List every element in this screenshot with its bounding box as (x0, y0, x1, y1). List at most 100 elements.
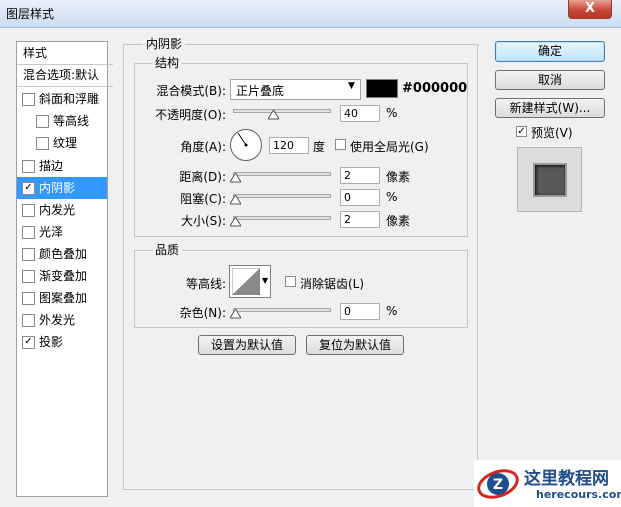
contour-picker[interactable]: ▼ (229, 265, 271, 298)
noise-slider[interactable] (233, 308, 331, 312)
angle-unit: 度 (313, 140, 326, 154)
choke-input[interactable]: 0 (340, 189, 380, 206)
contour-dropdown-icon: ▼ (262, 276, 269, 285)
drop-shadow-checkbox[interactable]: ✓ (22, 336, 35, 349)
noise-slider-thumb[interactable] (230, 309, 241, 319)
color-swatch[interactable] (366, 79, 398, 98)
anti-alias-label: 消除锯齿(L) (300, 277, 365, 291)
preview-checkbox[interactable]: ✓ (516, 126, 527, 137)
noise-value: 0 (344, 305, 351, 318)
size-input[interactable]: 2 (340, 211, 380, 228)
sidebar-item-inner-glow[interactable]: 内发光 (17, 199, 107, 221)
choke-slider-thumb[interactable] (230, 195, 241, 205)
sidebar-item-label: 光泽 (39, 225, 64, 239)
style-list: 样式 混合选项:默认 斜面和浮雕 等高线 纹理 描边 ✓ 内阴影 内发光 光泽 … (16, 41, 113, 497)
chevron-down-icon: ▼ (348, 81, 355, 91)
sidebar-item-texture[interactable]: 纹理 (17, 132, 107, 154)
sidebar-item-color-overlay[interactable]: 颜色叠加 (17, 243, 107, 265)
distance-label: 距离(D): (179, 170, 226, 184)
blend-mode-label: 混合模式(B): (156, 84, 226, 98)
noise-input[interactable]: 0 (340, 303, 380, 320)
gradient-overlay-checkbox[interactable] (22, 270, 35, 283)
sidebar-item-label: 图案叠加 (39, 291, 88, 305)
sidebar-item-label: 纹理 (53, 136, 78, 150)
sidebar-item-stroke[interactable]: 描边 (17, 155, 107, 177)
window-title: 图层样式 (6, 7, 55, 21)
outer-glow-checkbox[interactable] (22, 314, 35, 327)
global-light-label: 使用全局光(G) (350, 140, 429, 154)
sidebar-item-inner-shadow[interactable]: ✓ 内阴影 (17, 177, 107, 199)
style-list-header[interactable]: 样式 (17, 42, 113, 65)
sidebar-item-drop-shadow[interactable]: ✓ 投影 (17, 331, 107, 353)
stroke-checkbox[interactable] (22, 160, 35, 173)
sidebar-item-label: 渐变叠加 (39, 269, 88, 283)
size-slider-thumb[interactable] (230, 217, 241, 227)
blend-mode-value: 正片叠底 (236, 84, 285, 98)
new-style-label: 新建样式(W)... (509, 101, 591, 115)
reset-default-button[interactable]: 复位为默认值 (306, 335, 404, 355)
opacity-value: 40 (344, 107, 358, 120)
sidebar-item-outer-glow[interactable]: 外发光 (17, 309, 107, 331)
opacity-slider[interactable] (233, 109, 331, 113)
cancel-button[interactable]: 取消 (495, 70, 605, 90)
distance-input[interactable]: 2 (340, 167, 380, 184)
sidebar-item-label: 内阴影 (39, 181, 76, 195)
watermark: Z 这里教程网 herecours.com (474, 460, 621, 507)
blend-mode-select[interactable]: 正片叠底 ▼ (230, 79, 361, 100)
opacity-input[interactable]: 40 (340, 105, 380, 122)
color-overlay-checkbox[interactable] (22, 248, 35, 261)
texture-checkbox[interactable] (36, 137, 49, 150)
contour-checkbox[interactable] (36, 115, 49, 128)
sidebar-item-contour[interactable]: 等高线 (17, 110, 107, 132)
inner-glow-checkbox[interactable] (22, 204, 35, 217)
anti-alias-checkbox[interactable] (285, 276, 296, 287)
distance-slider[interactable] (233, 172, 331, 176)
sidebar-item-label: 等高线 (53, 114, 90, 128)
satin-checkbox[interactable] (22, 226, 35, 239)
inner-shadow-title: 内阴影 (143, 37, 186, 51)
sidebar-item-label: 外发光 (39, 313, 76, 327)
sidebar-item-pattern-overlay[interactable]: 图案叠加 (17, 287, 107, 309)
watermark-url: herecours.com (536, 488, 621, 501)
distance-slider-thumb[interactable] (230, 173, 241, 183)
contour-curve-icon (232, 268, 260, 295)
opacity-slider-thumb[interactable] (268, 110, 279, 120)
sidebar-item-satin[interactable]: 光泽 (17, 221, 107, 243)
bevel-checkbox[interactable] (22, 93, 35, 106)
size-slider[interactable] (233, 216, 331, 220)
color-hex: #000000 (402, 81, 468, 96)
structure-title: 结构 (152, 56, 183, 70)
opacity-unit: % (386, 106, 398, 120)
make-default-button[interactable]: 设置为默认值 (198, 335, 296, 355)
inner-shadow-checkbox[interactable]: ✓ (22, 182, 35, 195)
size-value: 2 (344, 213, 351, 226)
pattern-overlay-checkbox[interactable] (22, 292, 35, 305)
choke-slider[interactable] (233, 194, 331, 198)
blend-options-item[interactable]: 混合选项:默认 (17, 64, 113, 87)
preview-thumbnail (517, 147, 582, 212)
title-bar: 图层样式 X (0, 0, 621, 28)
sidebar-item-bevel[interactable]: 斜面和浮雕 (17, 88, 107, 110)
sidebar-item-label: 描边 (39, 159, 64, 173)
svg-text:Z: Z (493, 477, 503, 493)
size-label: 大小(S): (180, 214, 226, 228)
choke-value: 0 (344, 191, 351, 204)
ok-button[interactable]: 确定 (495, 41, 605, 62)
angle-input[interactable]: 120 (269, 137, 309, 154)
distance-value: 2 (344, 169, 351, 182)
global-light-checkbox[interactable] (335, 139, 346, 150)
distance-unit: 像素 (386, 170, 411, 184)
make-default-label: 设置为默认值 (210, 338, 283, 352)
close-button[interactable]: X (568, 0, 612, 19)
preview-swatch (533, 163, 567, 197)
sidebar-item-gradient-overlay[interactable]: 渐变叠加 (17, 265, 107, 287)
choke-label: 阻塞(C): (180, 192, 226, 206)
choke-unit: % (386, 190, 398, 204)
new-style-button[interactable]: 新建样式(W)... (495, 98, 605, 118)
noise-unit: % (386, 304, 398, 318)
quality-title: 品质 (152, 243, 183, 257)
sidebar-item-label: 斜面和浮雕 (39, 92, 100, 106)
ok-label: 确定 (537, 44, 562, 58)
size-unit: 像素 (386, 214, 411, 228)
angle-dial[interactable] (229, 128, 263, 162)
